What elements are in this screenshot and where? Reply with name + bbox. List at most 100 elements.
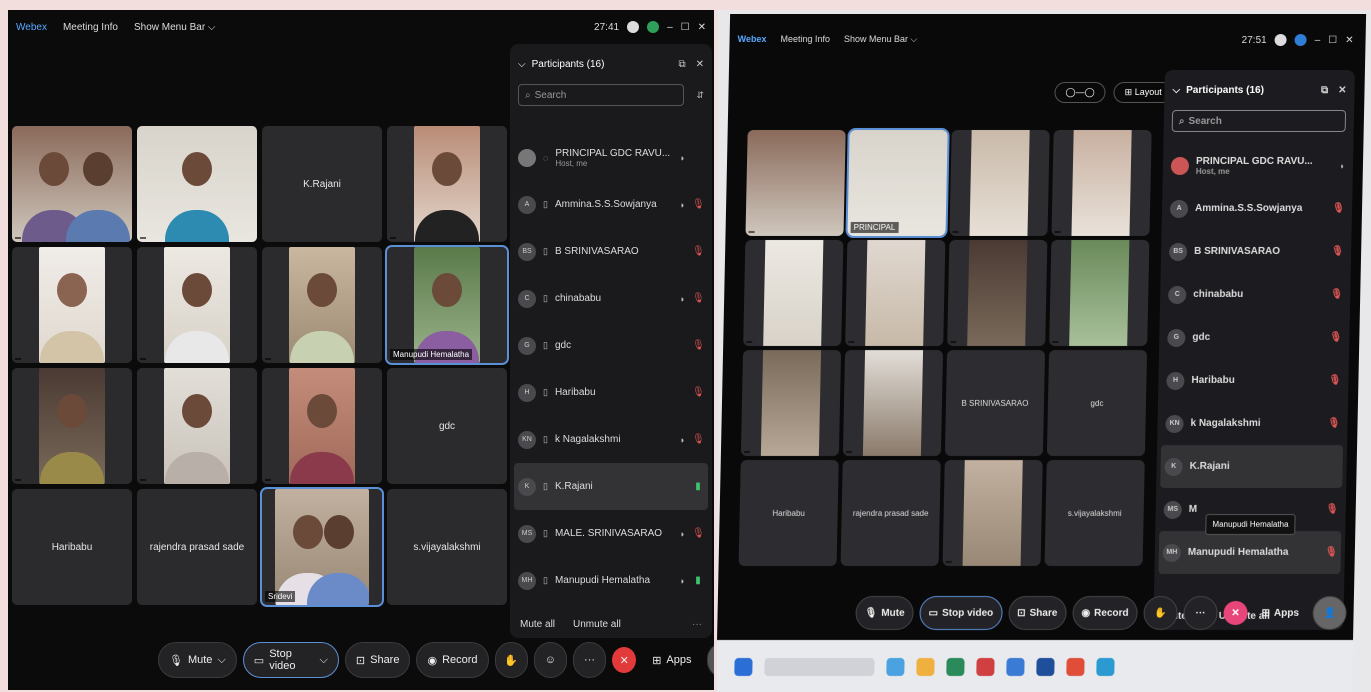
- video-tile[interactable]: gdc: [1046, 350, 1148, 456]
- mic-on-icon[interactable]: ▮: [692, 481, 704, 492]
- participant-row[interactable]: ◌ PRINCIPAL GDC RAVU... Host, me ◗: [510, 134, 712, 181]
- start-icon[interactable]: [734, 658, 753, 676]
- participant-row[interactable]: MS ▯ MALE. SRINIVASARAO ◗ 🎙: [510, 510, 712, 557]
- more-options-button[interactable]: ···: [1183, 596, 1218, 630]
- mic-muted-icon[interactable]: 🎙: [1332, 203, 1345, 214]
- end-meeting-button[interactable]: ✕: [612, 647, 637, 673]
- video-tile[interactable]: [262, 368, 382, 484]
- more-icon[interactable]: ···: [692, 619, 702, 630]
- app-icon[interactable]: [976, 658, 995, 676]
- unmute-all-button[interactable]: Unmute all: [573, 619, 621, 630]
- participant-row[interactable]: BS B SRINIVASARAO 🎙: [1161, 230, 1352, 273]
- app-icon[interactable]: [1036, 658, 1055, 676]
- search-input[interactable]: ⌕ Search: [518, 84, 685, 106]
- participant-row[interactable]: A ▯ Ammina.S.S.Sowjanya ◗ 🎙: [510, 181, 712, 228]
- participant-row[interactable]: PRINCIPAL GDC RAVU... Host, me ◗: [1162, 144, 1353, 187]
- video-tile[interactable]: s.vijayalakshmi: [387, 489, 507, 605]
- mic-on-icon[interactable]: ▮: [692, 575, 704, 586]
- show-menu-bar-button[interactable]: Show Menu Bar ⌵: [134, 22, 216, 33]
- mic-muted-icon[interactable]: 🎙: [1330, 289, 1343, 300]
- video-tile[interactable]: [137, 247, 257, 363]
- video-tile[interactable]: gdc: [387, 368, 507, 484]
- minimize-icon[interactable]: –: [1315, 35, 1321, 46]
- close-icon[interactable]: ✕: [698, 22, 706, 33]
- participant-row-selected[interactable]: K K.Rajani: [1160, 445, 1344, 488]
- taskbar-search-box[interactable]: [764, 658, 875, 676]
- mic-muted-icon[interactable]: 🎙: [1328, 375, 1341, 386]
- stop-video-button[interactable]: ▭ Stop video ⌵: [242, 642, 339, 678]
- close-icon[interactable]: ✕: [696, 59, 704, 70]
- video-tile[interactable]: [743, 240, 844, 346]
- video-tile[interactable]: rajendra prasad sade: [840, 460, 941, 566]
- show-menu-bar-button[interactable]: Show Menu Bar ⌵: [844, 34, 918, 45]
- emoji-button[interactable]: ☺: [533, 642, 567, 678]
- video-tile[interactable]: [12, 126, 132, 242]
- participant-row[interactable]: BS ▯ B SRINIVASARAO 🎙: [510, 228, 712, 275]
- share-button[interactable]: ⊡ Share: [1007, 596, 1067, 630]
- video-tile[interactable]: [12, 247, 132, 363]
- video-tile[interactable]: s.vijayalakshmi: [1044, 460, 1145, 566]
- mic-muted-icon[interactable]: 🎙: [692, 434, 705, 445]
- maximize-icon[interactable]: ☐: [1328, 35, 1337, 46]
- video-tile[interactable]: [387, 126, 507, 242]
- app-icon[interactable]: [886, 658, 905, 676]
- participant-row[interactable]: KN k Nagalakshmi 🎙: [1157, 402, 1348, 445]
- video-tile[interactable]: rajendra prasad sade: [137, 489, 257, 605]
- video-tile-active-speaker[interactable]: Manupudi Hemalatha: [385, 245, 509, 365]
- mic-muted-icon[interactable]: 🎙: [1326, 504, 1339, 515]
- app-icon[interactable]: [1066, 658, 1085, 676]
- mute-button[interactable]: 🎙 Mute: [855, 596, 914, 630]
- mic-muted-icon[interactable]: 🎙: [692, 246, 705, 257]
- app-icon[interactable]: [1096, 658, 1115, 676]
- participant-row[interactable]: MH Manupudi Hemalatha 🎙: [1158, 531, 1342, 574]
- apps-button[interactable]: ⊞ Apps: [642, 642, 701, 678]
- video-tile[interactable]: [842, 350, 944, 456]
- video-tile[interactable]: Sridevi: [260, 487, 384, 607]
- participant-row-selected[interactable]: K ▯ K.Rajani ▮: [514, 463, 708, 510]
- popout-icon[interactable]: ⧉: [678, 59, 685, 70]
- end-meeting-button[interactable]: ✕: [1223, 601, 1248, 625]
- reactions-button[interactable]: ✋: [494, 642, 528, 678]
- video-tile[interactable]: [947, 240, 1048, 346]
- video-tile[interactable]: B SRINIVASARAO: [944, 350, 1046, 456]
- video-tile[interactable]: [12, 368, 132, 484]
- participant-row[interactable]: H ▯ Haribabu 🎙: [510, 369, 712, 416]
- chevron-down-icon[interactable]: ⌵: [1172, 85, 1180, 96]
- apps-button[interactable]: ⊞ Apps: [1253, 596, 1307, 630]
- video-tile[interactable]: [137, 126, 257, 242]
- video-tile[interactable]: [845, 240, 946, 346]
- record-button[interactable]: ◉ Record: [416, 642, 489, 678]
- chevron-down-icon[interactable]: ⌵: [217, 654, 225, 667]
- participant-row[interactable]: KN ▯ k Nagalakshmi ◗ 🎙: [510, 416, 712, 463]
- close-icon[interactable]: ✕: [1338, 85, 1347, 96]
- chevron-down-icon[interactable]: ⌵: [320, 654, 328, 667]
- video-tile[interactable]: [137, 368, 257, 484]
- mic-muted-icon[interactable]: 🎙: [1325, 547, 1338, 558]
- maximize-icon[interactable]: ☐: [681, 22, 690, 33]
- more-options-button[interactable]: ···: [572, 642, 607, 678]
- folder-icon[interactable]: [916, 658, 935, 676]
- mic-muted-icon[interactable]: 🎙: [1327, 418, 1340, 429]
- mute-button[interactable]: 🎙 Mute ⌵: [158, 642, 237, 678]
- participants-button[interactable]: 👤: [1312, 596, 1348, 630]
- video-tile[interactable]: [745, 130, 846, 236]
- zoom-slider[interactable]: ◯—◯: [1054, 82, 1106, 103]
- share-button[interactable]: ⊡ Share: [344, 642, 411, 678]
- video-tile[interactable]: K.Rajani: [262, 126, 382, 242]
- participant-row[interactable]: H Haribabu 🎙: [1158, 359, 1349, 402]
- mic-muted-icon[interactable]: 🎙: [692, 199, 705, 210]
- mute-all-button[interactable]: Mute all: [520, 619, 555, 630]
- mic-muted-icon[interactable]: 🎙: [692, 387, 705, 398]
- search-input[interactable]: ⌕ Search: [1171, 110, 1347, 132]
- mic-muted-icon[interactable]: 🎙: [692, 528, 705, 539]
- video-tile[interactable]: [1051, 130, 1152, 236]
- sort-icon[interactable]: ⇵: [696, 90, 704, 101]
- popout-icon[interactable]: ⧉: [1321, 85, 1328, 96]
- participant-row[interactable]: C ▯ chinababu ◗ 🎙: [510, 275, 712, 322]
- minimize-icon[interactable]: –: [667, 22, 673, 33]
- video-tile[interactable]: [262, 247, 382, 363]
- chevron-down-icon[interactable]: ⌵: [518, 59, 526, 70]
- participant-row[interactable]: Ggdc 🎙: [1159, 316, 1350, 359]
- video-tile[interactable]: [942, 460, 1043, 566]
- video-tile[interactable]: Haribabu: [12, 489, 132, 605]
